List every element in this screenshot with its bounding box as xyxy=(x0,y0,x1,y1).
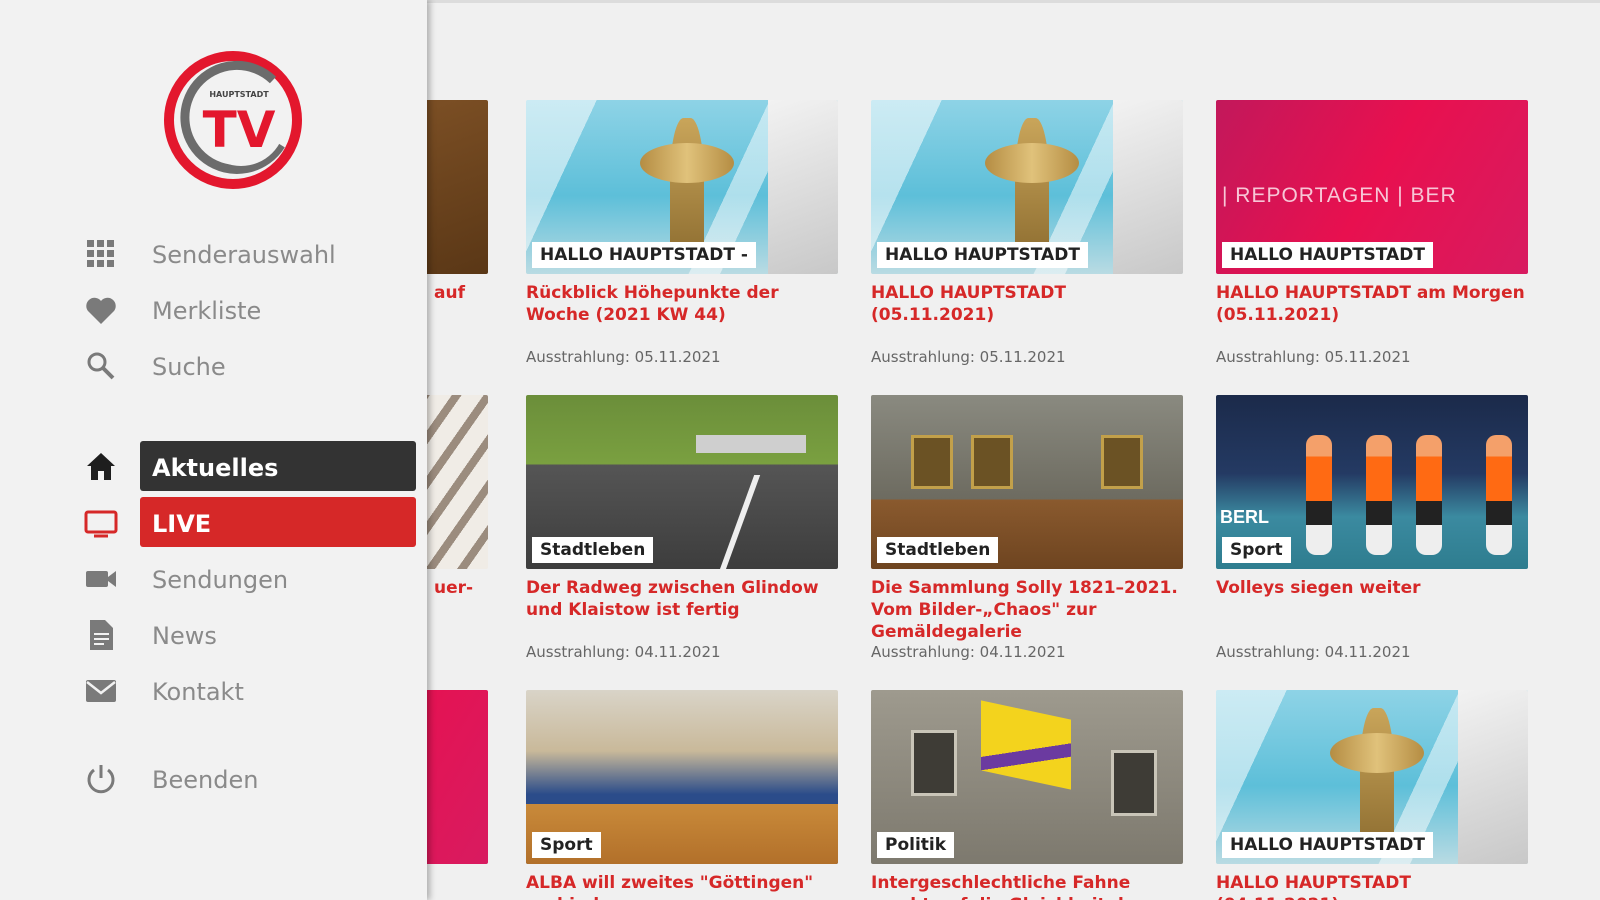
category-tag: Politik xyxy=(877,832,955,858)
video-card[interactable]: HALLO HAUPTSTADT HALLO HAUPTSTADT (04.11… xyxy=(1216,690,1528,900)
video-card[interactable]: Politik Intergeschlechtliche Fahne macht… xyxy=(871,690,1183,900)
sidebar-item-label: Merkliste xyxy=(152,297,262,325)
sidebar-item-news[interactable]: News xyxy=(0,609,427,659)
grid-icon xyxy=(84,237,118,271)
sidebar-item-merkliste[interactable]: Merkliste xyxy=(0,284,427,334)
card-thumbnail: Stadtleben xyxy=(871,395,1183,569)
card-thumbnail: HALLO HAUPTSTADT - xyxy=(526,100,838,274)
category-tag: Sport xyxy=(532,832,601,858)
card-title: Volleys siegen weiter xyxy=(1216,578,1421,598)
tv-icon xyxy=(84,506,118,540)
power-icon xyxy=(84,762,118,796)
sidebar-item-label: Senderauswahl xyxy=(152,241,336,269)
card-title: Die Sammlung Solly 1821–2021. Vom Bilder… xyxy=(871,578,1178,642)
video-card[interactable]: Stadtleben Der Radweg zwischen Glindow u… xyxy=(526,395,838,661)
sidebar-item-sendungen[interactable]: Sendungen xyxy=(0,553,427,603)
category-tag: HALLO HAUPTSTADT xyxy=(1222,242,1433,268)
video-card[interactable]: HALLO HAUPTSTADT HALLO HAUPTSTADT (05.11… xyxy=(871,100,1183,366)
card-title: Der Radweg zwischen Glindow und Klaistow… xyxy=(526,578,819,620)
card-date: Ausstrahlung: 05.11.2021 xyxy=(526,348,721,366)
sidebar-item-label: LIVE xyxy=(152,510,212,538)
card-date: Ausstrahlung: 05.11.2021 xyxy=(871,348,1066,366)
mail-icon xyxy=(84,674,118,708)
card-title: Rückblick Höhepunkte der Woche (2021 KW … xyxy=(526,283,779,325)
sidebar-item-label: Kontakt xyxy=(152,678,244,706)
card-thumbnail: Politik xyxy=(871,690,1183,864)
video-card[interactable]: Stadtleben Die Sammlung Solly 1821–2021.… xyxy=(871,395,1183,661)
category-tag: Stadtleben xyxy=(532,537,654,563)
category-tag: HALLO HAUPTSTADT - xyxy=(532,242,756,268)
video-card[interactable]: | REPORTAGEN | BER HALLO HAUPTSTADT HALL… xyxy=(1216,100,1528,366)
sidebar-item-label: News xyxy=(152,622,217,650)
sidebar-item-label: Beenden xyxy=(152,766,259,794)
thumbnail-overlay-text: | REPORTAGEN | BER xyxy=(1222,184,1457,207)
card-thumbnail: Sport xyxy=(526,690,838,864)
hauptstadt-tv-logo: HAUPTSTADT TV xyxy=(163,50,303,190)
sidebar: HAUPTSTADT TV Senderauswahl Merkliste Su… xyxy=(0,0,427,900)
card-title: HALLO HAUPTSTADT (05.11.2021) xyxy=(871,283,1066,325)
card-date: Ausstrahlung: 05.11.2021 xyxy=(1216,348,1411,366)
search-icon xyxy=(84,349,118,383)
card-title: ALBA will zweites "Göttingen" verhindern xyxy=(526,873,814,900)
category-tag: HALLO HAUPTSTADT xyxy=(877,242,1088,268)
card-thumbnail: Stadtleben xyxy=(526,395,838,569)
video-card[interactable]: BERL Sport Volleys siegen weiter Ausstra… xyxy=(1216,395,1528,661)
video-card[interactable]: HALLO HAUPTSTADT - Rückblick Höhepunkte … xyxy=(526,100,838,366)
thumbnail-overlay-text: BERL xyxy=(1220,507,1269,527)
sidebar-item-suche[interactable]: Suche xyxy=(0,340,427,390)
sidebar-item-aktuelles[interactable]: Aktuelles xyxy=(0,441,427,491)
card-date: Ausstrahlung: 04.11.2021 xyxy=(526,643,721,661)
sidebar-item-label: Aktuelles xyxy=(152,454,279,482)
category-tag: HALLO HAUPTSTADT xyxy=(1222,832,1433,858)
home-icon xyxy=(84,450,118,484)
document-icon xyxy=(84,618,118,652)
card-thumbnail: BERL Sport xyxy=(1216,395,1528,569)
card-date: Ausstrahlung: 04.11.2021 xyxy=(1216,643,1411,661)
card-thumbnail: | REPORTAGEN | BER HALLO HAUPTSTADT xyxy=(1216,100,1528,274)
sidebar-item-live[interactable]: LIVE xyxy=(0,497,427,547)
logo-small-text: HAUPTSTADT xyxy=(209,90,269,99)
sidebar-item-kontakt[interactable]: Kontakt xyxy=(0,665,427,715)
card-thumbnail: HALLO HAUPTSTADT xyxy=(1216,690,1528,864)
category-tag: Stadtleben xyxy=(877,537,999,563)
card-title: Intergeschlechtliche Fahne macht auf die… xyxy=(871,873,1144,900)
card-thumbnail: HALLO HAUPTSTADT xyxy=(871,100,1183,274)
sidebar-item-label: Sendungen xyxy=(152,566,289,594)
heart-icon xyxy=(84,293,118,327)
card-title: HALLO HAUPTSTADT (04.11.2021) xyxy=(1216,873,1411,900)
logo-big-text: TV xyxy=(203,101,276,159)
video-card[interactable]: Sport ALBA will zweites "Göttingen" verh… xyxy=(526,690,838,900)
category-tag: Sport xyxy=(1222,537,1291,563)
sidebar-item-label: Suche xyxy=(152,353,226,381)
card-title: HALLO HAUPTSTADT am Morgen (05.11.2021) xyxy=(1216,283,1525,325)
sidebar-item-beenden[interactable]: Beenden xyxy=(0,753,427,803)
video-camera-icon xyxy=(84,562,118,596)
sidebar-item-senderauswahl[interactable]: Senderauswahl xyxy=(0,228,427,278)
card-date: Ausstrahlung: 04.11.2021 xyxy=(871,643,1066,661)
